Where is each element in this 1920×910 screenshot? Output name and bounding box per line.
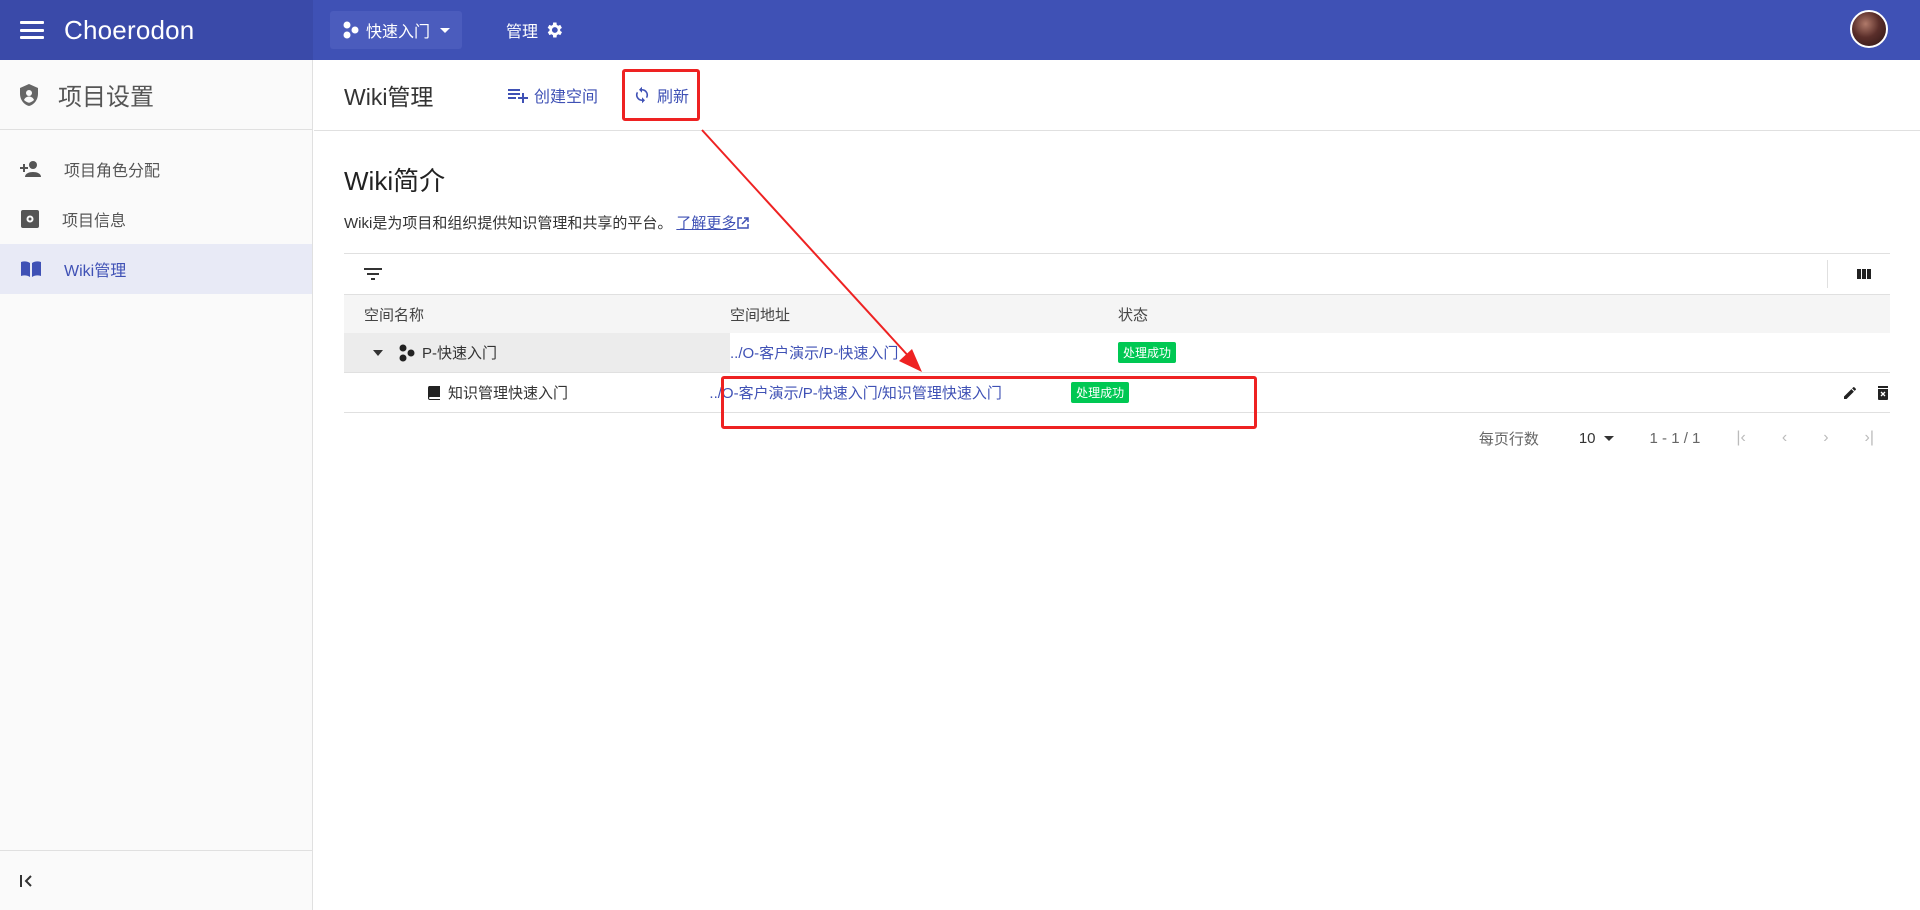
- space-address-link[interactable]: ../O-客户演示/P-快速入门: [730, 345, 898, 362]
- content-area: Wiki简介 Wiki是为项目和组织提供知识管理和共享的平台。 了解更多 空间名…: [314, 131, 1920, 463]
- status-badge: 处理成功: [1118, 342, 1177, 363]
- page-range: 1 - 1 / 1: [1649, 429, 1701, 447]
- gear-icon: [547, 22, 563, 38]
- header-space-address: 空间地址: [730, 306, 791, 324]
- playlist-add-icon: [508, 89, 528, 103]
- brand-area: Choerodon: [0, 0, 313, 60]
- manage-button[interactable]: 管理: [506, 18, 564, 42]
- chevron-down-icon: [440, 27, 451, 33]
- filter-icon[interactable]: [364, 267, 382, 281]
- sidebar: 项目设置 项目角色分配 项目信息 Wiki管理: [0, 60, 313, 910]
- space-name: P-快速入门: [422, 345, 498, 362]
- space-name-cell: 知识管理快速入门: [344, 373, 709, 412]
- rows-per-page-label: 每页行数: [1478, 430, 1539, 448]
- project-switcher[interactable]: 快速入门: [330, 11, 463, 49]
- sidebar-item-label: 项目信息: [62, 213, 127, 230]
- page-header: Wiki管理 创建空间 刷新: [314, 60, 1920, 131]
- edit-icon[interactable]: [1842, 385, 1858, 401]
- top-bar: Choerodon 快速入门 管理: [0, 0, 1920, 60]
- sidebar-item-label: 项目角色分配: [64, 163, 161, 180]
- last-page-icon[interactable]: ›|: [1865, 429, 1874, 447]
- status-badge: 处理成功: [1071, 382, 1130, 403]
- book-icon: [427, 385, 440, 400]
- first-page-icon[interactable]: |‹: [1736, 429, 1745, 447]
- header-space-name: 空间名称: [364, 306, 425, 324]
- avatar[interactable]: [1850, 10, 1888, 48]
- refresh-highlight-box: 刷新: [622, 69, 701, 121]
- next-page-icon[interactable]: ›: [1823, 429, 1828, 447]
- sidebar-item-project-info[interactable]: 项目信息: [0, 194, 312, 244]
- row-actions: [1444, 385, 1890, 401]
- collapse-icon[interactable]: [18, 873, 34, 889]
- table-toolbar: [344, 253, 1890, 295]
- create-space-button[interactable]: 创建空间: [508, 83, 598, 107]
- project-switcher-label: 快速入门: [366, 24, 431, 41]
- sidebar-title: 项目设置: [58, 84, 154, 111]
- space-address-link[interactable]: ../O-客户演示/P-快速入门/知识管理快速入门: [709, 385, 1002, 402]
- menu-icon[interactable]: [20, 21, 44, 39]
- create-space-label: 创建空间: [534, 89, 599, 106]
- learn-more-link[interactable]: 了解更多: [676, 212, 750, 233]
- pagination: 每页行数 10 1 - 1 / 1 |‹ ‹ › ›|: [344, 413, 1890, 463]
- header-status: 状态: [1118, 306, 1149, 324]
- external-link-icon: [737, 216, 750, 229]
- page-title: Wiki管理: [344, 84, 434, 110]
- book-icon: [21, 261, 41, 277]
- project-icon: [343, 21, 359, 39]
- sidebar-footer: [0, 850, 312, 910]
- column-toggle: [1827, 260, 1872, 288]
- view-column-icon[interactable]: [1856, 267, 1872, 281]
- shield-icon: [20, 83, 38, 106]
- refresh-button[interactable]: 刷新: [633, 83, 689, 107]
- delete-icon[interactable]: [1876, 385, 1890, 401]
- sidebar-item-role-assign[interactable]: 项目角色分配: [0, 144, 312, 194]
- chevron-down-icon: [1603, 435, 1614, 441]
- table-header: 空间名称 空间地址 状态: [344, 295, 1890, 333]
- person-add-icon: [20, 161, 41, 177]
- sidebar-list: 项目角色分配 项目信息 Wiki管理: [0, 130, 312, 294]
- sidebar-header: 项目设置: [0, 60, 312, 130]
- page-size-value: 10: [1578, 429, 1596, 447]
- project-icon: [399, 344, 415, 361]
- sidebar-item-wiki[interactable]: Wiki管理: [0, 244, 312, 294]
- table-row: P-快速入门 ../O-客户演示/P-快速入门 处理成功: [344, 333, 1890, 373]
- section-title: Wiki简介: [344, 166, 446, 196]
- page-size-select[interactable]: 10: [1579, 430, 1614, 447]
- space-name: 知识管理快速入门: [448, 385, 569, 402]
- refresh-icon: [635, 86, 649, 104]
- project-info-icon: [21, 210, 39, 228]
- sidebar-item-label: Wiki管理: [64, 263, 127, 280]
- intro-description: Wiki是为项目和组织提供知识管理和共享的平台。 了解更多: [344, 212, 1890, 233]
- learn-more-label: 了解更多: [676, 215, 737, 232]
- refresh-label: 刷新: [657, 89, 690, 106]
- prev-page-icon[interactable]: ‹: [1782, 429, 1787, 447]
- space-name-cell: P-快速入门: [344, 333, 730, 372]
- main-content: Wiki管理 创建空间 刷新 Wiki简介 Wiki是为项目和组织提供知识管理和…: [314, 60, 1920, 910]
- space-table: 空间名称 空间地址 状态 P-快速入门 ../O-客户演示/P-快速入门 处理成…: [344, 295, 1890, 463]
- manage-label: 管理: [506, 24, 539, 41]
- intro-text: Wiki是为项目和组织提供知识管理和共享的平台。: [344, 215, 673, 232]
- expand-toggle-icon[interactable]: [373, 349, 383, 356]
- table-row: 知识管理快速入门 ../O-客户演示/P-快速入门/知识管理快速入门 处理成功: [344, 373, 1890, 413]
- brand-name: Choerodon: [64, 14, 195, 45]
